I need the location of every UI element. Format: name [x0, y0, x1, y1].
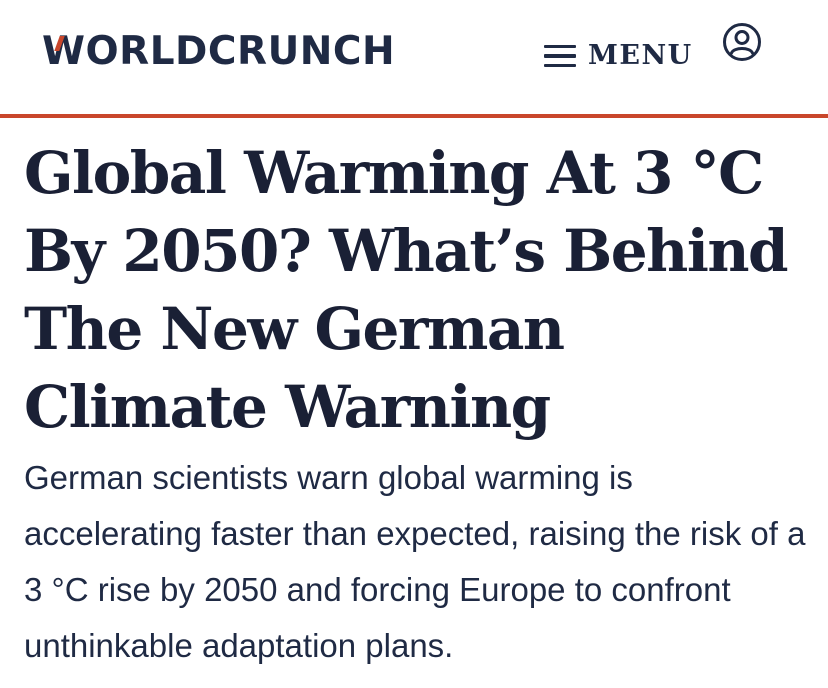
logo-text: WORLDCRUNCH: [42, 29, 396, 74]
site-header: WORLDCRUNCH MENU: [0, 0, 828, 116]
menu-label: MENU: [588, 40, 693, 71]
header-divider: [0, 114, 828, 118]
hamburger-menu-icon: [544, 45, 576, 67]
user-account-icon: [723, 23, 761, 61]
article-dek: German scientists warn global warming is…: [24, 459, 806, 664]
article-headline: Global Warming At 3 °C By 2050? What’s B…: [24, 139, 789, 441]
menu-button[interactable]: MENU: [544, 38, 693, 74]
account-button[interactable]: [722, 22, 762, 62]
site-logo[interactable]: WORLDCRUNCH: [42, 30, 395, 74]
